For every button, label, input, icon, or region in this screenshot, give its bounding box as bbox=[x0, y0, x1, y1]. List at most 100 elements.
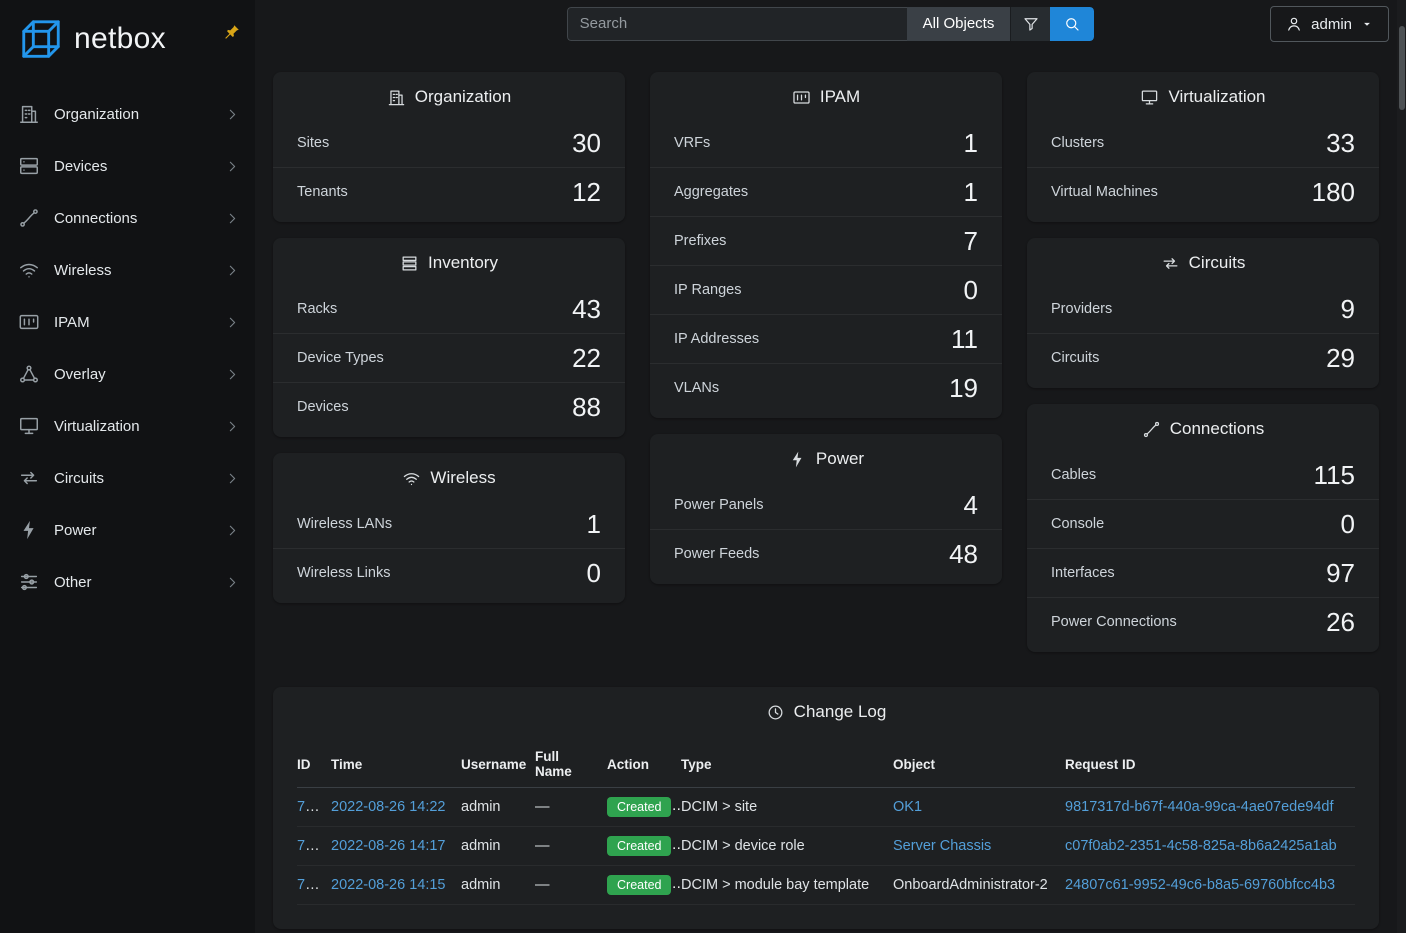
sidebar-item-overlay[interactable]: Overlay bbox=[0, 348, 255, 400]
stat-label: Clusters bbox=[1051, 135, 1104, 151]
sidebar-item-label: IPAM bbox=[54, 314, 90, 331]
stat-label: Prefixes bbox=[674, 233, 726, 249]
chevron-right-icon bbox=[224, 158, 241, 175]
object-type-button[interactable]: All Objects bbox=[907, 7, 1011, 41]
col-header-request-id: Request ID bbox=[1065, 741, 1355, 788]
stat-value: 1 bbox=[587, 509, 601, 539]
stat-value: 1 bbox=[964, 128, 978, 158]
sidebar-item-wireless[interactable]: Wireless bbox=[0, 244, 255, 296]
stat-value: 26 bbox=[1326, 607, 1355, 637]
sidebar-item-label: Organization bbox=[54, 106, 139, 123]
stat-row-device-types[interactable]: Device Types 22 bbox=[273, 333, 625, 382]
changelog-object-text: OnboardAdministrator-2 bbox=[893, 877, 1048, 893]
stat-row-ip-ranges[interactable]: IP Ranges 0 bbox=[650, 265, 1002, 314]
changelog-object-link[interactable]: OK1 bbox=[893, 799, 922, 815]
dashboard: Organization Sites 30 Tenants 12 bbox=[255, 47, 1406, 933]
stat-row-wireless-lans[interactable]: Wireless LANs 1 bbox=[273, 499, 625, 548]
scrollbar-thumb[interactable] bbox=[1399, 26, 1405, 110]
pin-sidebar-icon[interactable] bbox=[223, 23, 241, 41]
stat-row-aggregates[interactable]: Aggregates 1 bbox=[650, 167, 1002, 216]
stat-row-providers[interactable]: Providers 9 bbox=[1027, 284, 1379, 333]
stat-value: 0 bbox=[1341, 509, 1355, 539]
changelog-request-id-link[interactable]: 24807c61-9952-49c6-b8a5-69760bfcc4b3 bbox=[1065, 877, 1335, 893]
circuits-card: Circuits Providers 9 Circuits 29 bbox=[1027, 238, 1379, 388]
sidebar-item-power[interactable]: Power bbox=[0, 504, 255, 556]
changelog-object-link[interactable]: Server Chassis bbox=[893, 838, 991, 854]
stat-row-circuits[interactable]: Circuits 29 bbox=[1027, 333, 1379, 382]
stat-row-ip-addresses[interactable]: IP Addresses 11 bbox=[650, 314, 1002, 363]
sidebar-item-virtualization[interactable]: Virtualization bbox=[0, 400, 255, 452]
sidebar-item-connections[interactable]: Connections bbox=[0, 192, 255, 244]
stat-row-vlans[interactable]: VLANs 19 bbox=[650, 363, 1002, 412]
changelog-id-link[interactable]: 753 bbox=[297, 877, 321, 893]
stat-row-interfaces[interactable]: Interfaces 97 bbox=[1027, 548, 1379, 597]
changelog-id-link[interactable]: 754 bbox=[297, 838, 321, 854]
search-group: All Objects bbox=[567, 7, 1095, 41]
caret-down-icon bbox=[1360, 17, 1374, 31]
sidebar-item-other[interactable]: Other bbox=[0, 556, 255, 608]
stat-label: Console bbox=[1051, 516, 1104, 532]
chevron-right-icon bbox=[224, 366, 241, 383]
stat-row-sites[interactable]: Sites 30 bbox=[273, 118, 625, 167]
stat-row-racks[interactable]: Racks 43 bbox=[273, 284, 625, 333]
wireless-card: Wireless Wireless LANs 1 Wireless Links … bbox=[273, 453, 625, 603]
card-title-text: Change Log bbox=[794, 702, 887, 722]
changelog-request-id-link[interactable]: 9817317d-b67f-440a-99ca-4ae07ede94df bbox=[1065, 799, 1333, 815]
changelog-time-link[interactable]: 2022-08-26 14:17 bbox=[331, 838, 446, 854]
changelog-time-link[interactable]: 2022-08-26 14:22 bbox=[331, 799, 446, 815]
stat-row-vrfs[interactable]: VRFs 1 bbox=[650, 118, 1002, 167]
stat-label: VRFs bbox=[674, 135, 710, 151]
changelog-time-link[interactable]: 2022-08-26 14:15 bbox=[331, 877, 446, 893]
changelog-id-link[interactable]: 755 bbox=[297, 799, 321, 815]
card-title: Wireless bbox=[273, 453, 625, 499]
sliders-icon bbox=[18, 571, 40, 593]
stat-row-devices[interactable]: Devices 88 bbox=[273, 382, 625, 431]
sidebar-item-circuits[interactable]: Circuits bbox=[0, 452, 255, 504]
wifi-icon bbox=[402, 469, 421, 488]
stat-row-power-panels[interactable]: Power Panels 4 bbox=[650, 480, 1002, 529]
stat-row-prefixes[interactable]: Prefixes 7 bbox=[650, 216, 1002, 265]
stat-label: VLANs bbox=[674, 380, 719, 396]
brand[interactable]: netbox bbox=[0, 0, 255, 76]
sidebar-item-organization[interactable]: Organization bbox=[0, 88, 255, 140]
stat-label: Racks bbox=[297, 301, 337, 317]
stat-row-power-feeds[interactable]: Power Feeds 48 bbox=[650, 529, 1002, 578]
stat-row-virtual-machines[interactable]: Virtual Machines 180 bbox=[1027, 167, 1379, 216]
user-menu-button[interactable]: admin bbox=[1270, 6, 1389, 42]
chevron-right-icon bbox=[224, 210, 241, 227]
chevron-right-icon bbox=[224, 574, 241, 591]
stat-label: Power Connections bbox=[1051, 614, 1177, 630]
clock-history-icon bbox=[766, 703, 785, 722]
building-icon bbox=[387, 88, 406, 107]
stat-value: 29 bbox=[1326, 343, 1355, 373]
stat-row-console[interactable]: Console 0 bbox=[1027, 499, 1379, 548]
col-header-time: Time bbox=[331, 741, 461, 788]
stat-label: Power Panels bbox=[674, 497, 763, 513]
col-header-id: ID bbox=[297, 741, 331, 788]
filter-button[interactable] bbox=[1010, 7, 1050, 41]
stat-row-tenants[interactable]: Tenants 12 bbox=[273, 167, 625, 216]
scrollbar[interactable] bbox=[1397, 0, 1406, 933]
connections-card: Connections Cables 115 Console 0 Interfa… bbox=[1027, 404, 1379, 652]
stat-label: Sites bbox=[297, 135, 329, 151]
sidebar-item-ipam[interactable]: IPAM bbox=[0, 296, 255, 348]
organization-card: Organization Sites 30 Tenants 12 bbox=[273, 72, 625, 222]
stat-value: 7 bbox=[964, 226, 978, 256]
stat-value: 97 bbox=[1326, 558, 1355, 588]
inventory-card: Inventory Racks 43 Device Types 22 Devic… bbox=[273, 238, 625, 437]
search-input[interactable] bbox=[567, 7, 907, 41]
col-header-full-name: Full Name bbox=[535, 741, 607, 788]
stat-row-clusters[interactable]: Clusters 33 bbox=[1027, 118, 1379, 167]
counter-icon bbox=[18, 311, 40, 333]
sidebar-item-devices[interactable]: Devices bbox=[0, 140, 255, 192]
stat-row-power-connections[interactable]: Power Connections 26 bbox=[1027, 597, 1379, 646]
card-title-text: Organization bbox=[415, 87, 511, 107]
stat-label: Tenants bbox=[297, 184, 348, 200]
stat-label: Circuits bbox=[1051, 350, 1099, 366]
stat-row-wireless-links[interactable]: Wireless Links 0 bbox=[273, 548, 625, 597]
stat-label: Interfaces bbox=[1051, 565, 1115, 581]
stat-row-cables[interactable]: Cables 115 bbox=[1027, 450, 1379, 499]
chevron-right-icon bbox=[224, 314, 241, 331]
changelog-request-id-link[interactable]: c07f0ab2-2351-4c58-825a-8b6a2425a1ab bbox=[1065, 838, 1337, 854]
search-button[interactable] bbox=[1050, 7, 1094, 41]
